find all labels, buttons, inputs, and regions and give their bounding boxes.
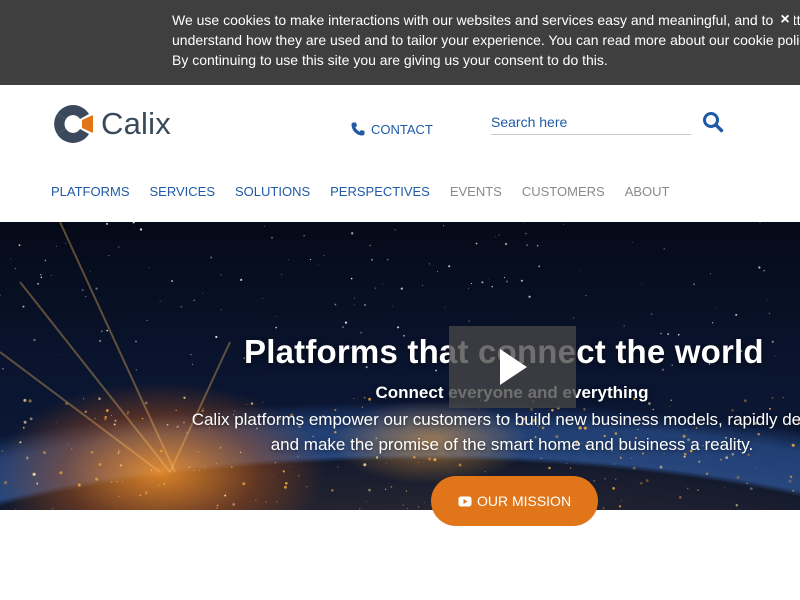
cookie-line-3: By continuing to use this site you are g… — [172, 52, 608, 68]
hero-banner: Platforms that connect the world Connect… — [0, 222, 800, 510]
cookie-line-1: We use cookies to make interactions with… — [172, 12, 800, 28]
play-icon — [499, 349, 527, 385]
hero-description-line-1: Calix platforms empower our customers to… — [191, 410, 800, 429]
calix-logo[interactable]: Calix — [51, 101, 181, 147]
nav-item-events[interactable]: EVENTS — [450, 184, 502, 199]
our-mission-label: OUR MISSION — [476, 493, 572, 509]
nav-item-customers[interactable]: CUSTOMERS — [522, 184, 605, 199]
our-mission-button[interactable]: OUR MISSION — [431, 476, 598, 526]
logo-wordmark: Calix — [101, 106, 171, 141]
nav-item-about[interactable]: ABOUT — [625, 184, 670, 199]
main-nav: PLATFORMS SERVICES SOLUTIONS PERSPECTIVE… — [51, 184, 689, 199]
search-icon — [703, 112, 724, 133]
cookie-line-2: understand how they are used and to tail… — [172, 32, 800, 48]
hero-description: Calix platforms empower our customers to… — [0, 407, 800, 457]
contact-link[interactable]: CONTACT — [350, 121, 433, 137]
phone-icon — [351, 122, 365, 136]
site-header: Calix CONTACT PLATFORMS SERVICES SOLUTIO… — [0, 85, 800, 222]
search-input[interactable] — [491, 109, 691, 135]
hero-description-line-2: and make the promise of the smart home a… — [270, 435, 754, 454]
nav-item-services[interactable]: SERVICES — [150, 184, 216, 199]
close-icon[interactable]: × — [776, 10, 794, 30]
hero-subtitle: Connect everyone and everything — [375, 383, 649, 402]
video-play-button[interactable] — [449, 326, 576, 408]
calix-logo-icon — [54, 105, 93, 143]
search-button[interactable] — [702, 111, 724, 133]
nav-item-perspectives[interactable]: PERSPECTIVES — [330, 184, 430, 199]
nav-item-platforms[interactable]: PLATFORMS — [51, 184, 130, 199]
contact-label: CONTACT — [371, 121, 433, 137]
youtube-play-icon — [458, 496, 472, 506]
nav-item-solutions[interactable]: SOLUTIONS — [235, 184, 310, 199]
cookie-message: We use cookies to make interactions with… — [172, 10, 800, 70]
cookie-banner: We use cookies to make interactions with… — [0, 0, 800, 85]
